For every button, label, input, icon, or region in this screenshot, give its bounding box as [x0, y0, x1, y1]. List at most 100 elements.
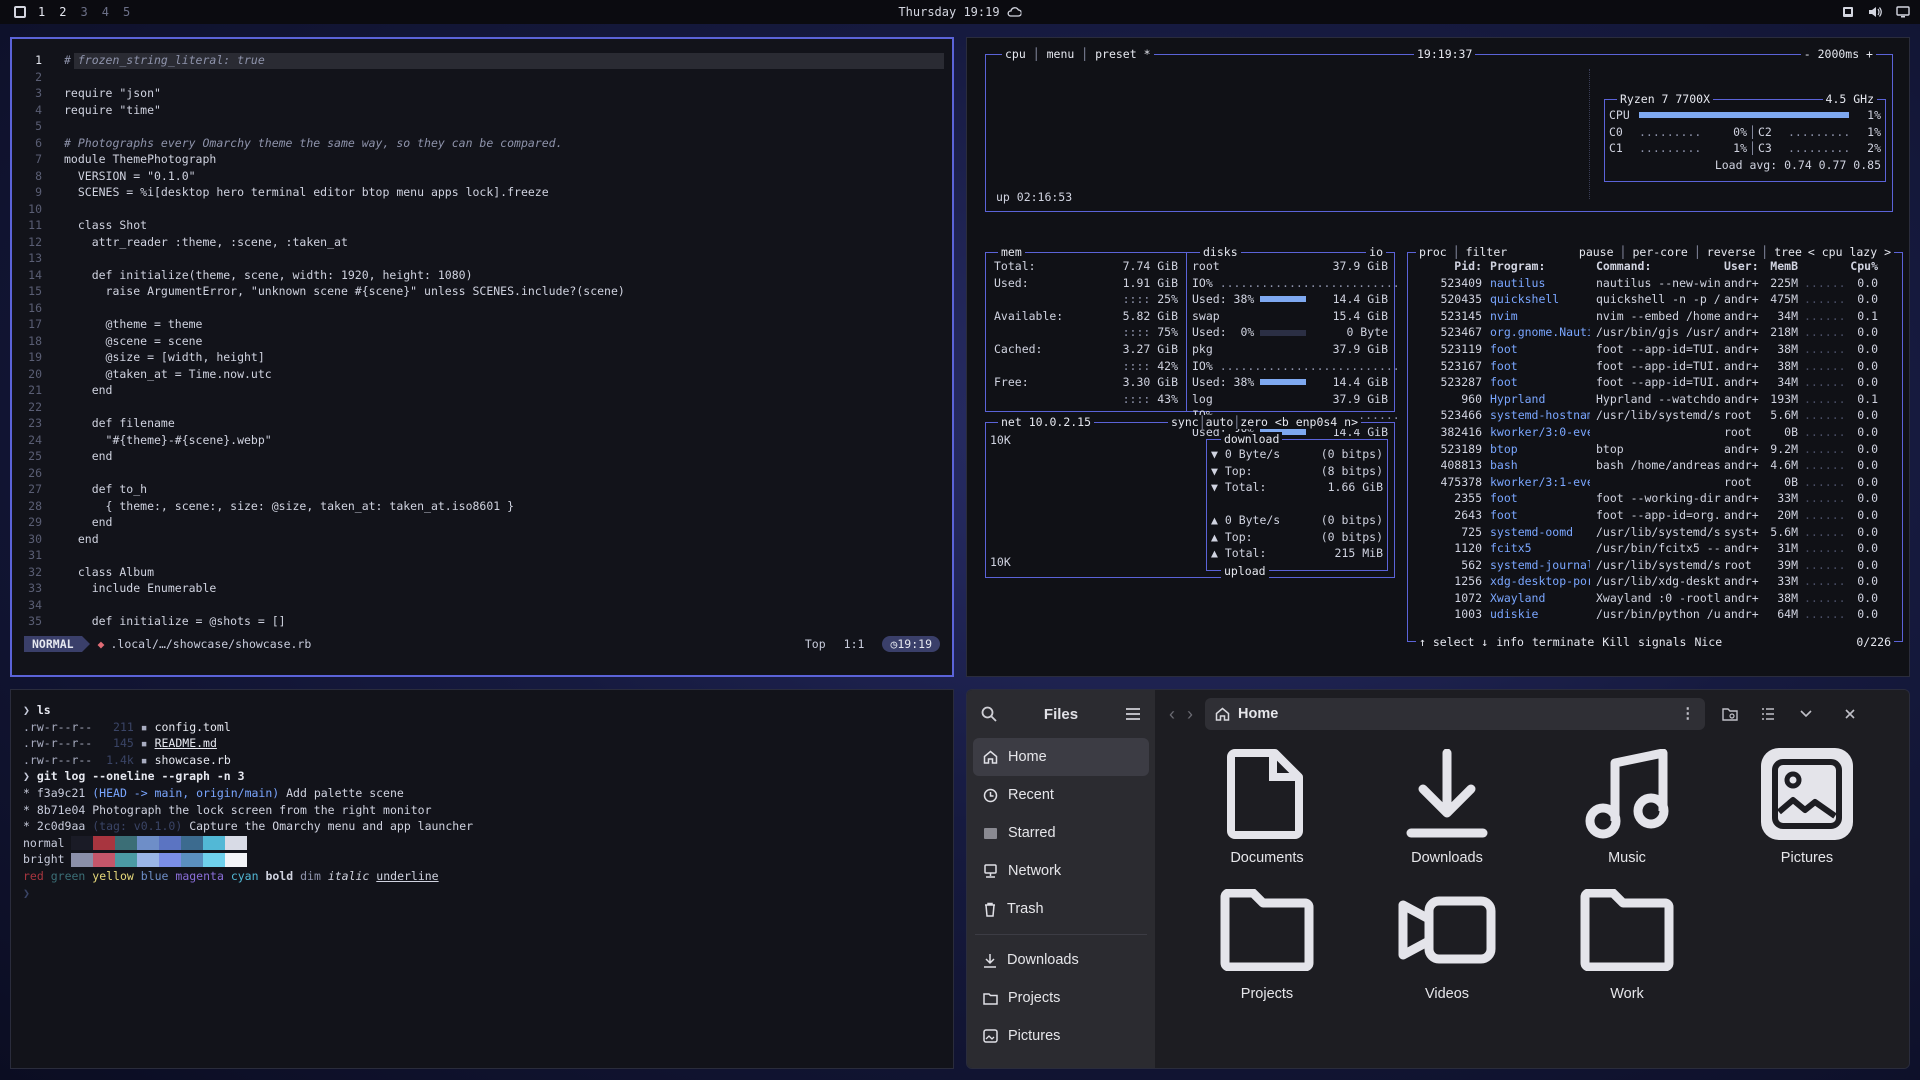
editor-line[interactable]: 16: [12, 300, 952, 317]
editor-line[interactable]: 25 end: [12, 448, 952, 465]
process-row[interactable]: 960 Hyprland Hyprland --watchdo andr+ 193M..…: [1412, 391, 1898, 408]
editor-line[interactable]: 18 @scene = scene: [12, 333, 952, 350]
net-zero-toggle[interactable]: zero: [1240, 415, 1268, 429]
process-row[interactable]: 1003 udiskie/usr/bin/python /u andr+ 64M...…: [1412, 606, 1898, 623]
sidebar-item-home[interactable]: Home: [973, 738, 1149, 776]
workspace-5[interactable]: 5: [123, 5, 130, 19]
close-icon[interactable]: [1837, 701, 1863, 727]
editor-line[interactable]: 8 VERSION = "0.1.0": [12, 168, 952, 185]
file-item-pictures[interactable]: Pictures: [1717, 744, 1897, 866]
process-row[interactable]: 523467 org.gnome.Nauti/usr/bin/gjs /usr/a…: [1412, 324, 1898, 341]
workspace-1[interactable]: 1: [38, 5, 45, 19]
path-bar[interactable]: Home ⋮: [1205, 698, 1705, 730]
editor-line[interactable]: 4 require "time": [12, 102, 952, 119]
sidebar-item-downloads[interactable]: Downloads: [967, 941, 1155, 979]
terminal-window[interactable]: ❯ ls .rw-r--r-- 211 ▪ config.toml .rw-r--r…: [10, 689, 954, 1069]
per-core-toggle[interactable]: per-core: [1632, 245, 1687, 259]
process-row[interactable]: 725 systemd-oomd/usr/lib/systemd/s syst+ 5.…: [1412, 524, 1898, 541]
process-row[interactable]: 1072 Xwayland Xwayland :0 -rootl andr+ 38M..…: [1412, 590, 1898, 607]
editor-line[interactable]: 5: [12, 118, 952, 135]
sidebar-item-trash[interactable]: Trash: [967, 890, 1155, 928]
editor-line[interactable]: 15 raise ArgumentError, "unknown scene #…: [12, 283, 952, 300]
forward-icon[interactable]: ›: [1187, 704, 1193, 725]
editor-line[interactable]: 14 def initialize(theme, scene, width: 1…: [12, 267, 952, 284]
net-auto-toggle[interactable]: auto: [1206, 415, 1234, 429]
process-row[interactable]: 523189 btop btop andr+ 9.2M......... 0.0: [1412, 441, 1898, 458]
editor-line[interactable]: 1 # frozen_string_literal: true: [12, 52, 952, 69]
editor-line[interactable]: 21 end: [12, 382, 952, 399]
sidebar-item-pictures[interactable]: Pictures: [967, 1017, 1155, 1055]
process-row[interactable]: 2643 foot foot --app-id=org. andr+ 20M......…: [1412, 507, 1898, 524]
editor-line[interactable]: 24 "#{theme}-#{scene}.webp": [12, 432, 952, 449]
editor-line[interactable]: 33 include Enumerable: [12, 580, 952, 597]
hamburger-menu-icon[interactable]: [1125, 707, 1141, 721]
filter-tab[interactable]: filter: [1466, 245, 1508, 259]
editor-line[interactable]: 28 { theme:, scene:, size: @size, taken_…: [12, 498, 952, 515]
tree-toggle[interactable]: tree: [1774, 245, 1802, 259]
editor-line[interactable]: 20 @taken_at = Time.now.utc: [12, 366, 952, 383]
process-row[interactable]: 520435 quickshell quickshell -n -p / andr+ 4…: [1412, 291, 1898, 308]
new-folder-icon[interactable]: [1717, 701, 1743, 727]
volume-icon[interactable]: [1868, 6, 1882, 18]
editor-line[interactable]: 17 @theme = theme: [12, 316, 952, 333]
process-row[interactable]: 562 systemd-journal/usr/lib/systemd/s root…: [1412, 557, 1898, 574]
editor-line[interactable]: 26: [12, 465, 952, 482]
editor-line[interactable]: 30 end: [12, 531, 952, 548]
process-row[interactable]: 523145 nvim nvim --embed /home andr+ 34M....…: [1412, 308, 1898, 325]
info-hint[interactable]: info: [1496, 635, 1524, 649]
workspace-3[interactable]: 3: [80, 5, 87, 19]
workspace-4[interactable]: 4: [102, 5, 109, 19]
preset-tab[interactable]: preset *: [1095, 47, 1150, 61]
editor-line[interactable]: 9 SCENES = %i[desktop hero terminal edit…: [12, 184, 952, 201]
process-row[interactable]: 523287 foot foot --app-id=TUI. andr+ 34M....…: [1412, 374, 1898, 391]
editor-line[interactable]: 6 # Photographs every Omarchy theme the s…: [12, 135, 952, 152]
more-options-icon[interactable]: ⋮: [1681, 706, 1696, 722]
file-item-music[interactable]: Music: [1537, 744, 1717, 866]
net-interface[interactable]: <b enp0s4 n>: [1275, 415, 1358, 429]
search-icon[interactable]: [981, 706, 997, 722]
file-item-work[interactable]: Work: [1537, 880, 1717, 1002]
network-status-icon[interactable]: [1896, 6, 1910, 18]
process-row[interactable]: 523167 foot foot --app-id=TUI. andr+ 38M....…: [1412, 358, 1898, 375]
editor-line[interactable]: 2: [12, 69, 952, 86]
process-row[interactable]: 1256 xdg-desktop-por/usr/lib/xdg-deskt and…: [1412, 573, 1898, 590]
io-toggle[interactable]: io: [1366, 245, 1386, 259]
process-row[interactable]: 523119 foot foot --app-id=TUI. andr+ 38M....…: [1412, 341, 1898, 358]
cpu-tab[interactable]: cpu: [1005, 47, 1026, 61]
sidebar-item-recent[interactable]: Recent: [967, 776, 1155, 814]
editor-line[interactable]: 13: [12, 250, 952, 267]
back-icon[interactable]: ‹: [1169, 704, 1175, 725]
process-row[interactable]: 2355 foot foot --working-dir andr+ 33M......…: [1412, 490, 1898, 507]
editor-buffer[interactable]: 1 # frozen_string_literal: true 2 3 require …: [12, 52, 952, 630]
sort-selector[interactable]: < cpu lazy >: [1808, 245, 1891, 259]
reverse-toggle[interactable]: reverse: [1707, 245, 1755, 259]
editor-line[interactable]: 34: [12, 597, 952, 614]
process-row[interactable]: 382416 kworker/3:0-even root 0B......... 0.0: [1412, 424, 1898, 441]
nice-hint[interactable]: Nice: [1694, 635, 1722, 649]
kill-hint[interactable]: Kill: [1602, 635, 1630, 649]
files-window[interactable]: Files Home Recent Starred Network Trash Down…: [966, 689, 1910, 1069]
process-list[interactable]: 523409 nautilus nautilus --new-win andr+ 225…: [1412, 275, 1898, 623]
clock[interactable]: Thursday 19:19: [898, 5, 1022, 19]
net-sync-toggle[interactable]: sync: [1171, 415, 1199, 429]
editor-line[interactable]: 22: [12, 399, 952, 416]
proc-tab[interactable]: proc: [1419, 245, 1447, 259]
signals-hint[interactable]: signals: [1638, 635, 1686, 649]
sidebar-item-projects[interactable]: Projects: [967, 979, 1155, 1017]
process-row[interactable]: 475378 kworker/3:1-even root 0B......... 0.0: [1412, 474, 1898, 491]
update-interval[interactable]: - 2000ms +: [1800, 47, 1876, 61]
select-hint[interactable]: ↑ select ↓: [1419, 635, 1488, 649]
view-options-chevron-icon[interactable]: [1793, 701, 1819, 727]
process-row[interactable]: 408813 bash bash /home/andreas andr+ 4.6M...…: [1412, 457, 1898, 474]
process-row[interactable]: 1120 fcitx5/usr/bin/fcitx5 -- andr+ 31M....…: [1412, 540, 1898, 557]
screen-icon[interactable]: [1842, 6, 1854, 18]
terminate-hint[interactable]: terminate: [1532, 635, 1594, 649]
workspace-2[interactable]: 2: [59, 5, 66, 19]
editor-line[interactable]: 27 def to_h: [12, 481, 952, 498]
sidebar-item-network[interactable]: Network: [967, 852, 1155, 890]
editor-line[interactable]: 7 module ThemePhotograph: [12, 151, 952, 168]
file-item-videos[interactable]: Videos: [1357, 880, 1537, 1002]
btop-window[interactable]: cpu │ menu │ preset * 19:19:37 - 2000ms …: [966, 37, 1910, 677]
file-item-projects[interactable]: Projects: [1177, 880, 1357, 1002]
editor-line[interactable]: 19 @size = [width, height]: [12, 349, 952, 366]
